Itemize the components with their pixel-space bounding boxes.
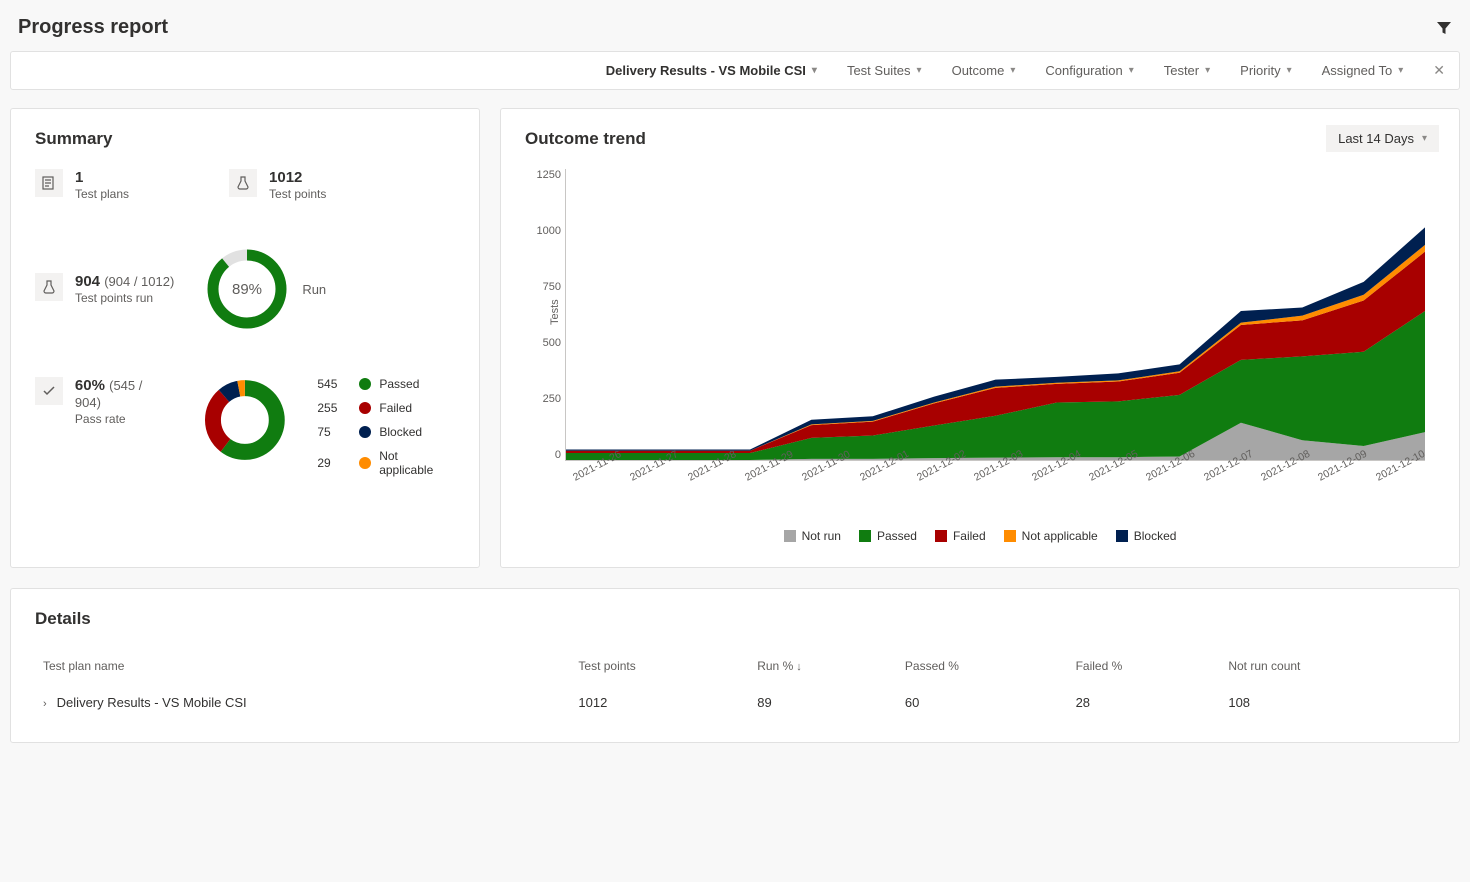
filter-plan-dropdown[interactable]: Delivery Results - VS Mobile CSI ▾ bbox=[606, 63, 817, 78]
chevron-down-icon: ▾ bbox=[917, 65, 922, 76]
col-test-plan-name[interactable]: Test plan name bbox=[35, 649, 570, 683]
expand-chevron-icon[interactable]: › bbox=[43, 698, 47, 710]
date-range-label: Last 14 Days bbox=[1338, 131, 1414, 146]
stat-test-points: 1012 Test points bbox=[229, 169, 326, 201]
sort-desc-icon: ↓ bbox=[793, 661, 802, 673]
stat-test-points-label: Test points bbox=[269, 187, 326, 201]
clear-filters-button[interactable]: ✕ bbox=[1433, 62, 1445, 79]
col-test-points[interactable]: Test points bbox=[570, 649, 749, 683]
stat-pass-label: Pass rate bbox=[75, 412, 172, 426]
area-chart-svg bbox=[566, 169, 1425, 460]
stat-pass-rate: 60% (545 / 904) Pass rate bbox=[35, 377, 172, 426]
legend-item-failed: 255Failed bbox=[317, 401, 455, 415]
trend-legend-blocked: Blocked bbox=[1116, 529, 1177, 543]
col-failed-[interactable]: Failed % bbox=[1068, 649, 1221, 683]
trend-legend-not-applicable: Not applicable bbox=[1004, 529, 1098, 543]
chevron-down-icon: ▾ bbox=[1205, 65, 1210, 76]
stat-run-sub: (904 / 1012) bbox=[104, 274, 174, 289]
stat-pass-value: 60% bbox=[75, 377, 105, 394]
legend-item-passed: 545Passed bbox=[317, 377, 455, 391]
run-donut-label: Run bbox=[302, 282, 326, 297]
svg-text:89%: 89% bbox=[232, 281, 262, 298]
details-card: Details Test plan nameTest pointsRun % ↓… bbox=[10, 588, 1460, 743]
filter-assigned-to[interactable]: Assigned To▾ bbox=[1322, 63, 1404, 78]
page-title: Progress report bbox=[18, 16, 168, 39]
trend-chart: Tests 125010007505002500 2021-11-262021-… bbox=[565, 169, 1425, 489]
legend-item-blocked: 75Blocked bbox=[317, 425, 455, 439]
trend-title: Outcome trend bbox=[525, 129, 1435, 149]
summary-title: Summary bbox=[35, 129, 455, 149]
trend-legend: Not run Passed Failed Not applicable Blocked bbox=[525, 529, 1435, 543]
filter-configuration[interactable]: Configuration▾ bbox=[1045, 63, 1133, 78]
stat-run-value: 904 bbox=[75, 273, 100, 290]
chevron-down-icon: ▾ bbox=[1422, 133, 1427, 144]
trend-legend-failed: Failed bbox=[935, 529, 986, 543]
chevron-down-icon: ▾ bbox=[1287, 65, 1292, 76]
col-not-run-count[interactable]: Not run count bbox=[1220, 649, 1435, 683]
legend-item-not-applicable: 29Not applicable bbox=[317, 449, 455, 477]
details-title: Details bbox=[35, 609, 1435, 629]
stat-test-plans-value: 1 bbox=[75, 169, 129, 186]
filter-plan-label: Delivery Results - VS Mobile CSI bbox=[606, 63, 806, 78]
filter-tester[interactable]: Tester▾ bbox=[1164, 63, 1210, 78]
chevron-down-icon: ▾ bbox=[812, 65, 817, 76]
col-passed-[interactable]: Passed % bbox=[897, 649, 1068, 683]
flask-icon bbox=[229, 169, 257, 197]
pass-rate-donut bbox=[202, 377, 288, 463]
checkmark-icon bbox=[35, 377, 63, 405]
run-progress-donut: 89% bbox=[204, 246, 290, 332]
filter-icon[interactable] bbox=[1436, 20, 1452, 36]
filter-outcome[interactable]: Outcome▾ bbox=[952, 63, 1016, 78]
chevron-down-icon: ▾ bbox=[1129, 65, 1134, 76]
pass-legend: 545Passed 255Failed 75Blocked 29Not applica… bbox=[317, 377, 455, 477]
date-range-dropdown[interactable]: Last 14 Days ▾ bbox=[1326, 125, 1439, 152]
details-table: Test plan nameTest pointsRun % ↓Passed %… bbox=[35, 649, 1435, 722]
stat-test-points-run: 904 (904 / 1012) Test points run bbox=[35, 273, 174, 305]
filter-priority[interactable]: Priority▾ bbox=[1240, 63, 1291, 78]
stat-test-plans: 1 Test plans bbox=[35, 169, 129, 201]
stat-test-points-value: 1012 bbox=[269, 169, 326, 186]
stat-test-plans-label: Test plans bbox=[75, 187, 129, 201]
flask-icon bbox=[35, 273, 63, 301]
summary-card: Summary 1 Test plans 1012 Test points bbox=[10, 108, 480, 568]
outcome-trend-card: Outcome trend Last 14 Days ▾ Tests 12501… bbox=[500, 108, 1460, 568]
table-row[interactable]: ›Delivery Results - VS Mobile CSI1012896… bbox=[35, 683, 1435, 722]
test-plan-icon bbox=[35, 169, 63, 197]
chevron-down-icon: ▾ bbox=[1398, 65, 1403, 76]
trend-legend-passed: Passed bbox=[859, 529, 917, 543]
trend-legend-not-run: Not run bbox=[784, 529, 841, 543]
filter-bar: Delivery Results - VS Mobile CSI ▾ Test … bbox=[10, 51, 1460, 90]
chevron-down-icon: ▾ bbox=[1010, 65, 1015, 76]
filter-test-suites[interactable]: Test Suites▾ bbox=[847, 63, 922, 78]
col-run-[interactable]: Run % ↓ bbox=[749, 649, 897, 683]
stat-run-label: Test points run bbox=[75, 291, 174, 305]
